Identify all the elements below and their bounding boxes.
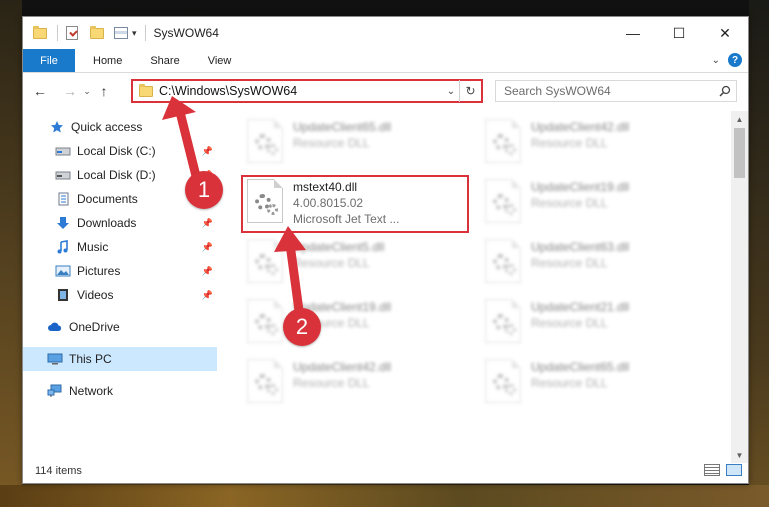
step-2-badge: 2 <box>283 308 321 346</box>
annotation-arrow-1 <box>162 96 201 181</box>
annotation-arrows <box>162 96 306 323</box>
annotation-arrow-2 <box>274 226 306 323</box>
step-1-badge: 1 <box>185 171 223 209</box>
